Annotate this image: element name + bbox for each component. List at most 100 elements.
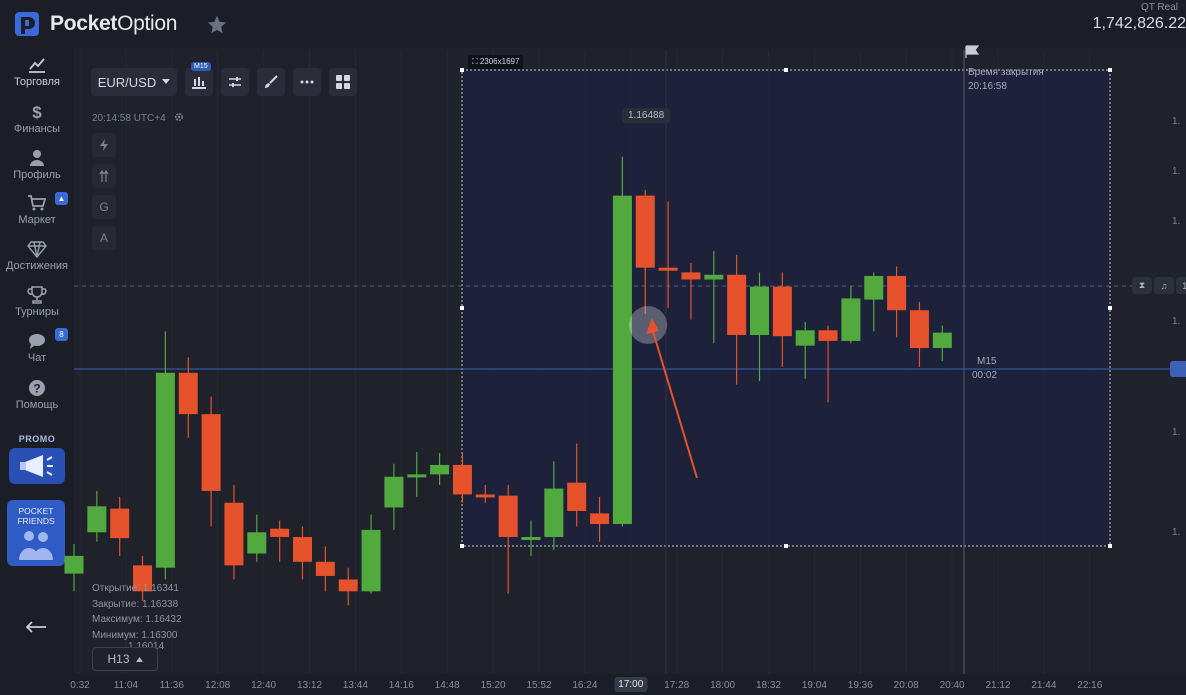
price-label-stub: 1. <box>1182 280 1186 291</box>
selection-handle <box>1108 306 1112 310</box>
y-tick: 1. <box>1172 116 1181 127</box>
candle-up <box>247 532 267 554</box>
y-tick: 1. <box>1172 316 1181 327</box>
selection-handle <box>784 68 788 72</box>
y-tick: 1. <box>1172 166 1181 177</box>
time-tick: 20:40 <box>939 680 965 691</box>
closing-time-value: 20:16:58 <box>968 81 1007 92</box>
candle-up <box>864 275 884 300</box>
chevron-down-icon <box>162 79 171 84</box>
candle-down <box>567 482 587 512</box>
time-tick: 17:00 <box>614 677 648 692</box>
more-button[interactable] <box>293 68 321 96</box>
candle-up <box>795 330 815 346</box>
hourglass-button[interactable]: ⧗ <box>1132 277 1152 294</box>
open-value: 1.16341 <box>142 583 179 594</box>
candle-up <box>521 536 541 540</box>
candle-down <box>772 286 792 337</box>
gear-icon[interactable] <box>174 112 184 122</box>
candle-up <box>64 555 84 574</box>
current-price-tag <box>1170 361 1186 377</box>
hourglass-icon: ⧗ <box>1138 280 1146 290</box>
marker-timeframe: M15 <box>977 356 997 367</box>
close-value: 1.16338 <box>142 598 179 610</box>
closing-time: Время закрытия 20:16:58 <box>968 66 1044 94</box>
time-tick: 13:12 <box>296 680 323 691</box>
cursor-highlight <box>629 306 667 344</box>
candle-down <box>727 274 747 336</box>
candle-down <box>178 372 198 415</box>
candle-down <box>110 508 130 539</box>
candle-down <box>293 536 312 562</box>
time-tick: 16:24 <box>572 680 598 691</box>
alert-button[interactable]: ♫ <box>1154 277 1174 294</box>
y-tick: 1. <box>1172 527 1181 538</box>
time-tick: 15:20 <box>480 680 506 691</box>
double-arrow-up-icon <box>99 170 109 182</box>
price-line-tools: ⧗ ♫ 1. <box>1132 277 1186 294</box>
time-tick: 17:28 <box>664 680 690 691</box>
a-button[interactable]: A <box>92 226 116 250</box>
candle-up <box>384 476 404 508</box>
indicators-button[interactable] <box>221 68 249 96</box>
lightning-icon <box>100 139 108 151</box>
candle-down <box>498 495 518 537</box>
time-tick: 18:32 <box>755 680 782 691</box>
candle-down <box>224 502 244 566</box>
ohlc-panel: Открытие: 1.16341 Закрытие: 1.16338 Макс… <box>92 583 182 641</box>
candle-down <box>338 579 358 592</box>
max-value: 1.16432 <box>145 614 182 625</box>
time-tick: 11:36 <box>159 680 184 691</box>
candle-down <box>590 513 610 524</box>
time-tick: 21:12 <box>985 680 1011 691</box>
selection-handle <box>784 544 788 548</box>
selection-handle <box>1108 544 1112 548</box>
candle-down <box>475 494 495 498</box>
time-tick: 13:44 <box>342 680 368 691</box>
chart-toolbar: EUR/USD M15 <box>91 62 357 96</box>
lightning-button[interactable] <box>92 133 116 157</box>
quick-tools: G A <box>92 133 116 257</box>
time-axis: 0:32 11:04 11:36 12:08 12:40 13:12 13:44 14:16 1… <box>70 674 1186 695</box>
timeframe-marker: M15 00:02 <box>972 355 997 383</box>
drawing-button[interactable] <box>257 68 285 96</box>
time-tick: 12:08 <box>205 680 231 691</box>
selection-handle <box>1108 68 1112 72</box>
candle-up <box>932 332 952 349</box>
selection-handle <box>460 306 464 310</box>
candle-up <box>87 506 107 533</box>
candle-up <box>544 488 564 537</box>
time-tick: 14:48 <box>434 680 460 691</box>
min-value: 1.16300 <box>141 629 178 641</box>
high-price-tag: 1.16488 <box>622 108 671 123</box>
time-tick: 12:40 <box>251 680 277 691</box>
bell-icon: ♫ <box>1160 280 1168 291</box>
candle-down <box>887 275 907 311</box>
candle-down <box>909 310 929 349</box>
sort-button[interactable] <box>92 164 116 188</box>
selection-handle <box>460 544 464 548</box>
candle-up <box>704 274 724 280</box>
g-button[interactable]: G <box>92 195 116 219</box>
time-tick: 14:16 <box>388 680 414 691</box>
time-tick: 22:16 <box>1077 680 1103 691</box>
timeframe-badge: M15 <box>191 62 211 71</box>
chart-type-button[interactable]: M15 <box>185 62 213 96</box>
brush-icon <box>265 75 278 88</box>
candle-up <box>841 298 861 341</box>
candle-down <box>681 272 701 280</box>
price-button[interactable]: 1. <box>1176 277 1186 294</box>
asset-pair: EUR/USD <box>97 74 157 90</box>
candle-up <box>407 474 427 478</box>
time-tick: 21:44 <box>1031 680 1057 691</box>
layout-button[interactable] <box>329 68 357 96</box>
timeframe-select[interactable]: H13 <box>92 647 158 671</box>
closing-time-label: Время закрытия <box>968 67 1044 78</box>
grid-layout-icon <box>336 75 350 89</box>
candle-up <box>750 286 769 336</box>
asset-select[interactable]: EUR/USD <box>91 68 177 96</box>
candle-down <box>270 528 290 537</box>
selection-size-label: ⛶ 2306x1697 <box>468 55 524 69</box>
candle-down <box>201 414 221 491</box>
candle-up <box>361 529 381 592</box>
